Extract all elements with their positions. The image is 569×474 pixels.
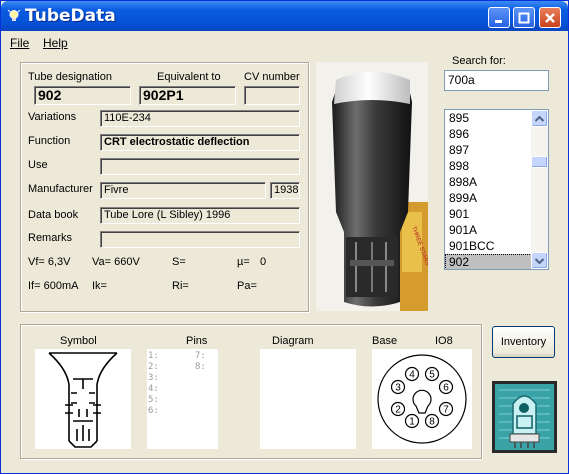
pin-2-label: 2: — [148, 362, 159, 372]
base-pin-number: 2 — [395, 405, 401, 416]
manufacturer-label: Manufacturer — [28, 183, 93, 195]
base-pin-8: 8 — [424, 413, 440, 429]
base-pin-number: 3 — [395, 383, 401, 394]
base-pin-number: 5 — [429, 370, 435, 381]
function-label: Function — [28, 135, 71, 147]
pin-8-label: 8: — [195, 362, 206, 372]
inventory-button-label: Inventory — [500, 336, 547, 348]
pins-right-column: 7: 8: — [195, 351, 206, 373]
search-label: Search for: — [452, 55, 506, 67]
diagram-panel — [260, 349, 356, 449]
base-pin-5: 5 — [424, 366, 440, 382]
vf-value: Vf= 6,3V — [28, 256, 71, 268]
base-pin-7: 7 — [438, 401, 454, 417]
pins-left-column: 1: 2: 3: 4: 5: 6: — [148, 351, 159, 417]
inventory-button[interactable]: Inventory — [492, 326, 555, 358]
app-window: TubeData File Help Tube designation Equi… — [0, 0, 569, 474]
databook-label: Data book — [28, 209, 79, 221]
pin-1-label: 1: — [148, 351, 159, 361]
manufacturer-field[interactable]: Fivre — [100, 182, 266, 199]
title-bar[interactable]: TubeData — [1, 1, 568, 31]
function-field[interactable]: CRT electrostatic deflection — [100, 134, 300, 151]
maximize-icon — [518, 12, 530, 23]
base-pin-number: 6 — [443, 383, 449, 394]
mu-value: 0 — [260, 256, 267, 268]
va-value: Va= 660V — [92, 256, 140, 268]
base-pin-number: 4 — [409, 370, 415, 381]
tube-photo-image: THREE STARS — [316, 62, 428, 311]
databook-field[interactable]: Tube Lore (L Sibley) 1996 — [100, 207, 300, 224]
crt-symbol-icon — [48, 352, 118, 448]
ik-value: Ik= — [92, 280, 107, 292]
lightbulb-icon — [7, 9, 21, 21]
base-pin-2: 2 — [390, 401, 406, 417]
minimize-icon — [495, 19, 502, 23]
mu-label: µ= — [237, 256, 250, 268]
year-field[interactable]: 1938 — [270, 182, 300, 199]
pin-7-label: 7: — [195, 351, 206, 361]
list-scrollbar[interactable] — [531, 110, 548, 269]
remarks-label: Remarks — [28, 232, 73, 244]
base-pin-1: 1 — [404, 413, 420, 429]
pins-label: Pins — [186, 335, 208, 347]
base-label: Base — [372, 335, 398, 347]
cv-label: CV number — [244, 71, 300, 83]
tube-logo-icon — [495, 384, 554, 450]
base-type: IO8 — [435, 335, 453, 347]
chevron-down-icon — [535, 257, 544, 264]
scroll-down-button[interactable] — [531, 252, 548, 269]
use-label: Use — [28, 159, 48, 171]
menu-file-label: File — [10, 36, 30, 50]
designation-label: Tube designation — [28, 71, 112, 83]
tube-logo — [492, 381, 557, 453]
scroll-thumb[interactable] — [531, 156, 548, 168]
if-value: If= 600mA — [28, 280, 79, 292]
menu-file[interactable]: File — [10, 36, 29, 50]
close-icon — [545, 12, 555, 23]
diagram-label: Diagram — [272, 335, 314, 347]
pin-3-label: 3: — [148, 373, 159, 383]
close-button[interactable] — [539, 7, 561, 28]
menu-bar: File Help — [1, 32, 568, 52]
remarks-field[interactable] — [100, 231, 300, 248]
tube-listbox[interactable]: 895 896 897 898 898A 899A 901 901A 901BCC 902 — [444, 109, 549, 270]
search-input[interactable]: 700a — [444, 70, 549, 91]
symbol-panel — [35, 349, 131, 449]
menu-help[interactable]: Help — [43, 36, 68, 50]
scroll-up-button[interactable] — [531, 110, 548, 127]
base-pin-4: 4 — [404, 366, 420, 382]
pin-4-label: 4: — [148, 384, 159, 394]
base-pin-6: 6 — [438, 379, 454, 395]
base-panel: 12 34 56 78 — [372, 349, 472, 449]
base-pin-number: 7 — [443, 405, 449, 416]
chevron-up-icon — [535, 115, 544, 122]
maximize-button[interactable] — [513, 7, 535, 28]
s-value: S= — [172, 256, 186, 268]
use-field[interactable] — [100, 158, 300, 175]
base-pin-number: 8 — [429, 417, 435, 428]
equivalent-label: Equivalent to — [157, 71, 221, 83]
pin-6-label: 6: — [148, 406, 159, 416]
base-key-icon — [412, 389, 432, 414]
menu-help-label: Help — [43, 36, 68, 50]
pa-value: Pa= — [237, 280, 257, 292]
equivalent-field[interactable]: 902P1 — [139, 86, 236, 105]
window-title: TubeData — [25, 6, 116, 26]
base-pin-number: 1 — [409, 417, 415, 428]
pin-5-label: 5: — [148, 395, 159, 405]
minimize-button[interactable] — [488, 7, 510, 28]
base-pin-3: 3 — [390, 379, 406, 395]
variations-label: Variations — [28, 111, 77, 123]
octal-base-icon: 12 34 56 78 — [377, 354, 467, 444]
symbol-label: Symbol — [60, 335, 97, 347]
designation-field[interactable]: 902 — [34, 86, 131, 105]
tube-photo: THREE STARS — [316, 62, 428, 311]
variations-field[interactable]: 110E-234 — [100, 110, 300, 127]
cv-field[interactable] — [244, 86, 300, 105]
ri-value: Ri= — [172, 280, 189, 292]
